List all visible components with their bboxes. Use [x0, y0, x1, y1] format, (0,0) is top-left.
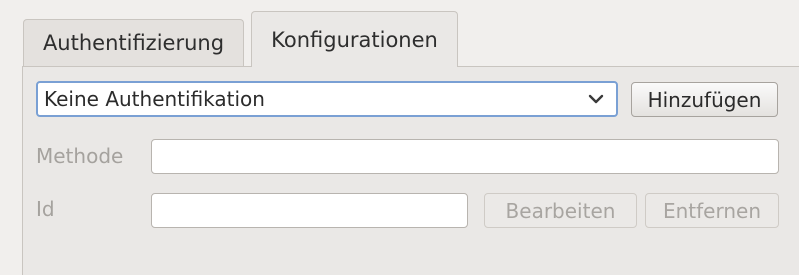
edit-button[interactable]: Bearbeiten	[484, 193, 637, 228]
id-field[interactable]	[151, 193, 468, 228]
method-field[interactable]	[151, 139, 779, 174]
selected-value: Keine Authentifikation	[44, 87, 265, 111]
add-button-label: Hinzufügen	[647, 87, 762, 112]
add-button[interactable]: Hinzufügen	[631, 82, 778, 117]
auth-config-select[interactable]: Keine Authentifikation	[36, 81, 618, 117]
tab-authentifizierung[interactable]: Authentifizierung	[23, 19, 244, 66]
method-label: Methode	[36, 144, 124, 168]
auth-config-dialog: Authentifizierung Konfigurationen Keine …	[0, 0, 799, 275]
tab-konfigurationen[interactable]: Konfigurationen	[251, 11, 458, 67]
tab-label: Authentifizierung	[42, 31, 225, 55]
edit-button-label: Bearbeiten	[505, 198, 616, 223]
remove-button[interactable]: Entfernen	[645, 193, 779, 228]
id-label: Id	[36, 197, 55, 221]
tab-label: Konfigurationen	[271, 27, 438, 52]
chevron-down-icon	[588, 94, 604, 104]
remove-button-label: Entfernen	[662, 198, 762, 223]
